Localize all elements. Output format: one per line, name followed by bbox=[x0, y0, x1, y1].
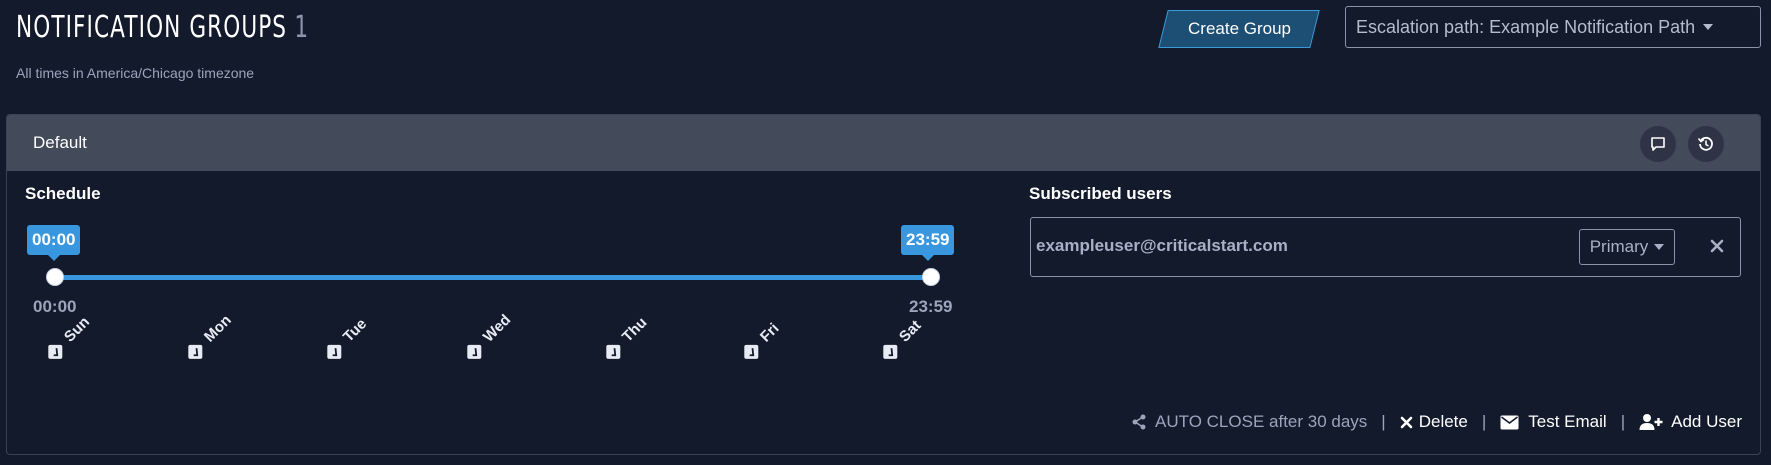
delete-label: Delete bbox=[1418, 412, 1468, 431]
user-role-value: Primary bbox=[1589, 237, 1649, 256]
checkbox-icon bbox=[882, 344, 897, 359]
remove-user-button[interactable] bbox=[1702, 231, 1732, 261]
user-email: exampleuser@criticalstart.com bbox=[1036, 236, 1288, 255]
start-time-tooltip: 00:00 bbox=[27, 225, 81, 261]
checkbox-icon bbox=[47, 344, 62, 359]
end-time-label: 23:59 bbox=[909, 297, 953, 316]
comment-button[interactable] bbox=[1640, 126, 1676, 162]
checkbox-icon bbox=[326, 344, 341, 359]
share-icon bbox=[1132, 414, 1146, 430]
checkbox-icon bbox=[605, 344, 620, 359]
close-icon bbox=[1710, 239, 1724, 253]
test-email-button[interactable]: Test Email bbox=[1500, 412, 1607, 432]
add-user-icon bbox=[1639, 414, 1663, 430]
group-name: Default bbox=[33, 133, 87, 152]
chevron-down-icon bbox=[1703, 24, 1714, 30]
history-button[interactable] bbox=[1688, 126, 1724, 162]
separator: | bbox=[1481, 412, 1487, 431]
escalation-path-value: Escalation path: Example Notification Pa… bbox=[1356, 16, 1696, 37]
page-title: NOTIFICATION GROUPS 1 bbox=[16, 10, 309, 45]
user-role-select[interactable]: Primary bbox=[1579, 229, 1675, 265]
subscribed-user-row: exampleuser@criticalstart.com Primary bbox=[1030, 217, 1741, 277]
close-icon bbox=[1400, 416, 1413, 428]
start-time-handle[interactable] bbox=[46, 268, 64, 286]
test-email-label: Test Email bbox=[1528, 412, 1607, 431]
checkbox-icon bbox=[466, 344, 481, 359]
card-footer-actions: AUTO CLOSE after 30 days | Delete | Test… bbox=[1131, 412, 1742, 432]
separator: | bbox=[1620, 412, 1626, 431]
checkbox-icon bbox=[187, 344, 202, 359]
add-user-label: Add User bbox=[1671, 412, 1742, 431]
subscribed-users-label: Subscribed users bbox=[1029, 184, 1172, 203]
end-time-tooltip: 23:59 bbox=[901, 225, 955, 261]
schedule-slider-track[interactable] bbox=[55, 275, 931, 280]
end-time-handle[interactable] bbox=[922, 268, 940, 286]
history-icon bbox=[1697, 136, 1713, 151]
delete-button[interactable]: Delete bbox=[1400, 412, 1468, 432]
envelope-icon bbox=[1500, 415, 1519, 429]
create-group-label: Create Group bbox=[1187, 19, 1291, 38]
checkbox-icon bbox=[743, 344, 758, 359]
chevron-down-icon bbox=[1654, 244, 1665, 250]
notification-group-card: Default bbox=[6, 114, 1761, 455]
auto-close-setting[interactable]: AUTO CLOSE after 30 days bbox=[1131, 412, 1367, 432]
comment-icon bbox=[1651, 137, 1665, 151]
separator: | bbox=[1381, 412, 1386, 431]
escalation-path-select[interactable]: Escalation path: Example Notification Pa… bbox=[1345, 6, 1761, 48]
page-title-text: NOTIFICATION GROUPS bbox=[16, 10, 288, 45]
auto-close-label: AUTO CLOSE after 30 days bbox=[1155, 412, 1368, 431]
add-user-button[interactable]: Add User bbox=[1639, 412, 1742, 432]
card-header: Default bbox=[7, 115, 1760, 171]
group-count: 1 bbox=[294, 10, 310, 45]
create-group-button[interactable]: Create Group bbox=[1158, 10, 1320, 48]
start-time-label: 00:00 bbox=[33, 297, 77, 316]
timezone-note: All times in America/Chicago timezone bbox=[16, 65, 255, 81]
schedule-label: Schedule bbox=[25, 184, 101, 203]
